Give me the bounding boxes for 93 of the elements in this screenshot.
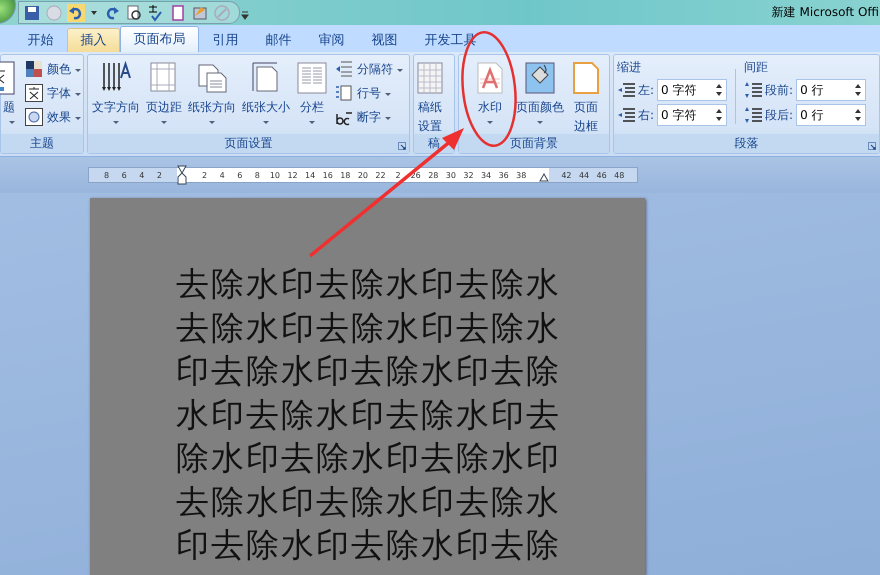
ruler-number: 6	[236, 170, 244, 180]
palette-icon	[25, 60, 43, 78]
field-label: 段后:	[765, 106, 794, 124]
ribbon-button[interactable]: 题	[0, 59, 16, 126]
spin-field[interactable]: 0 字符	[657, 79, 728, 101]
spinner-arrows-icon[interactable]	[715, 82, 724, 98]
spacing-icon	[744, 106, 762, 124]
ruler-number: 30	[444, 170, 457, 180]
document-text-line: 去除水印去除水印去除水	[176, 306, 562, 348]
ruler-number: 38	[515, 170, 528, 180]
section-heading: 间距	[744, 59, 770, 76]
line-numbers-icon	[335, 84, 353, 102]
ruler-number: 44	[578, 170, 590, 180]
ribbon-tab[interactable]: 视图	[358, 28, 411, 52]
dialog-launcher-icon[interactable]	[868, 142, 876, 150]
group-label: 主题	[30, 135, 54, 152]
ribbon-button[interactable]: 行号	[333, 83, 405, 103]
field-label: 左:	[638, 82, 654, 98]
group-label: 段落	[734, 135, 758, 152]
ribbon-button[interactable]: 颜色	[23, 59, 83, 79]
ruler-number: 8	[103, 170, 110, 180]
document-text-line: 水印去除水印去除水印去	[176, 394, 562, 436]
field-label: 段前:	[765, 82, 794, 98]
ribbon-tab[interactable]: 插入	[67, 28, 120, 52]
ruler-number: 14	[304, 170, 316, 180]
undo-icon[interactable]	[67, 4, 85, 22]
ribbon-button[interactable]: 分隔符	[333, 59, 405, 79]
group-label: 页面背景	[510, 135, 558, 152]
save-icon[interactable]	[23, 4, 41, 22]
paint-bucket-icon	[524, 61, 556, 95]
indent-icon	[617, 106, 635, 124]
ruler-number: 42	[560, 170, 573, 180]
spin-field[interactable]: 0 行	[796, 104, 866, 126]
ruler-number: 32	[462, 170, 475, 180]
ribbon-tab[interactable]: 邮件	[252, 28, 305, 52]
document-text-line: 去除水印去除水印去除水	[176, 480, 562, 522]
font-icon	[25, 84, 43, 102]
indent-icon	[617, 81, 635, 99]
spin-field[interactable]: 0 行	[796, 79, 866, 101]
ribbon-button[interactable]: 水印	[473, 59, 507, 126]
spin-field[interactable]: 0 字符	[657, 104, 728, 126]
ribbon-button[interactable]: 字体	[23, 83, 83, 103]
ribbon-button[interactable]: 分栏	[295, 59, 329, 126]
dialog-launcher-icon[interactable]	[398, 142, 406, 150]
ribbon-tab[interactable]: 引用	[199, 28, 252, 52]
spinner-arrows-icon[interactable]	[854, 82, 862, 98]
breaks-icon	[335, 60, 353, 78]
ruler-number: 48	[613, 170, 626, 180]
ruler-number: 8	[254, 170, 261, 180]
ruler-number: 2	[156, 170, 163, 180]
ribbon-button[interactable]: 断字	[333, 107, 405, 127]
ribbon-button[interactable]: 页面边框	[573, 59, 599, 138]
ruler-number: 16	[322, 170, 334, 180]
document-text-line: 印去除水印去除水印去除	[176, 350, 562, 392]
ribbon-tab[interactable]: 开始	[14, 28, 67, 52]
ruler-number: 20	[356, 170, 369, 180]
field-label: 右:	[638, 106, 654, 124]
ruler-number: 6	[120, 170, 128, 180]
ribbon-tab[interactable]: 审阅	[305, 28, 358, 52]
indent-marker-icon[interactable]	[176, 165, 187, 185]
page-border-icon	[570, 61, 602, 95]
ruler-number: 10	[268, 170, 282, 180]
ruler-number: 2	[201, 170, 208, 180]
ruler-number: 18	[339, 170, 352, 180]
document-text-line: 去除水印去除水印去除水	[176, 263, 562, 305]
ruler-number: 28	[427, 170, 440, 180]
document-text-line: 印去除水印去除水印去除	[176, 524, 562, 566]
print-preview-icon[interactable]	[125, 4, 143, 22]
ribbon-button[interactable]: 页面颜色	[515, 59, 565, 126]
ruler-number: 4	[138, 170, 146, 180]
document-text-line: 除水印去除水印去除水印	[176, 437, 562, 479]
ruler-number: 4	[218, 170, 226, 180]
spinner-arrows-icon[interactable]	[715, 107, 724, 123]
ruler-number: 2	[394, 170, 402, 180]
spacing-icon	[744, 81, 762, 99]
window-title: 新建 Microsoft Offi	[772, 4, 880, 21]
ribbon-tab[interactable]: 页面布局	[120, 26, 199, 52]
section-heading: 缩进	[617, 59, 642, 76]
ribbon-button[interactable]: 效果	[23, 107, 83, 127]
spinner-arrows-icon[interactable]	[854, 107, 862, 123]
ribbon-button[interactable]: 纸张方向	[187, 59, 237, 126]
ruler-number: 12	[286, 170, 299, 180]
ribbon-button[interactable]: 纸张大小	[241, 59, 291, 126]
ruler-number: 36	[498, 170, 510, 180]
ruler-number: 34	[480, 170, 492, 180]
group-label: 稿	[428, 135, 440, 152]
ribbon-button[interactable]: 页边距	[145, 59, 183, 126]
ruler-number: 22	[374, 170, 387, 180]
ruler-number: 46	[596, 170, 608, 180]
columns-icon	[296, 61, 328, 95]
ribbon-button[interactable]: 文字方向	[91, 59, 141, 126]
effects-icon	[25, 108, 43, 126]
group-label: 页面设置	[224, 135, 272, 152]
